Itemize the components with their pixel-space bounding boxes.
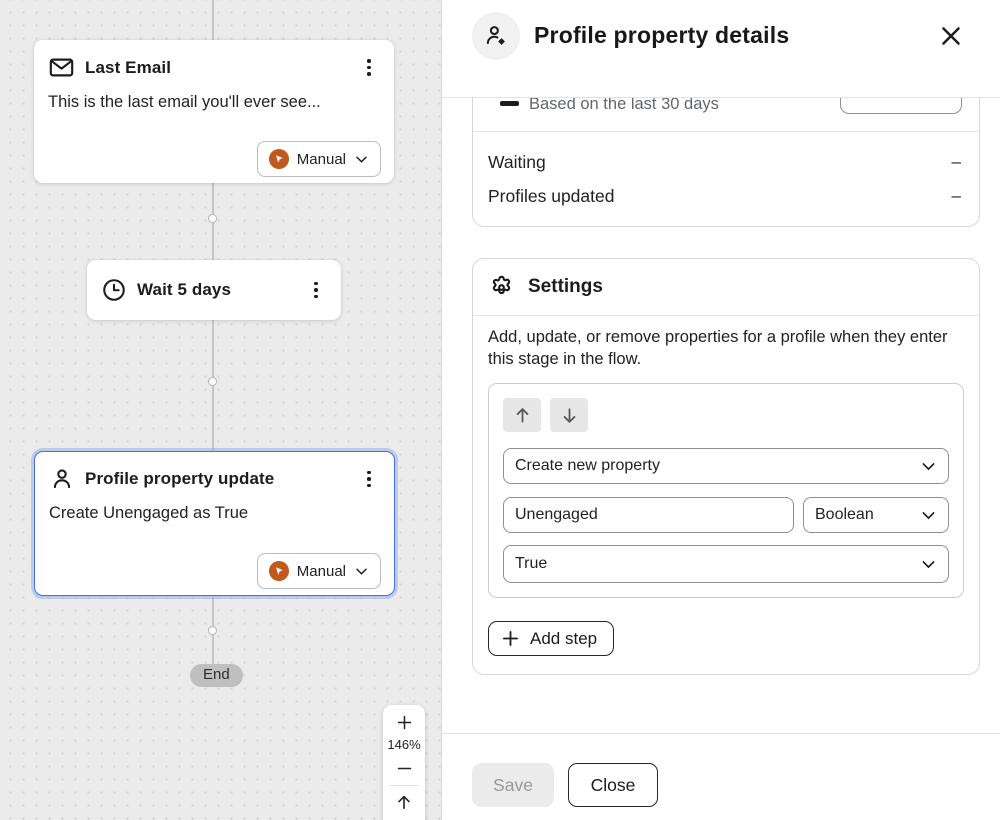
node-title: Last Email: [85, 58, 348, 78]
settings-card-header: Settings: [473, 259, 979, 316]
node-title: Profile property update: [85, 469, 348, 489]
property-value-field: True: [503, 545, 949, 583]
canvas-zoom-toolbar: 146%: [383, 705, 425, 820]
property-action-select[interactable]: Create new property: [503, 448, 949, 484]
property-name-input[interactable]: [503, 497, 794, 533]
selected-type-label: Boolean: [815, 506, 874, 524]
chevron-down-icon: [354, 564, 369, 579]
zoom-in-button[interactable]: [383, 709, 425, 735]
metric-icon: [500, 101, 519, 106]
stat-value: –: [952, 152, 964, 172]
connector-dot[interactable]: [208, 214, 217, 223]
gear-icon: [488, 274, 515, 301]
panel-title: Profile property details: [534, 22, 918, 49]
stat-label: Waiting: [488, 152, 546, 173]
toolbar-divider: [389, 785, 419, 786]
node-menu-button[interactable]: [358, 466, 380, 492]
plus-icon: [501, 629, 520, 648]
chevron-down-icon: [920, 458, 937, 475]
node-menu-button[interactable]: [358, 55, 380, 81]
node-status-dropdown[interactable]: Manual: [257, 141, 381, 177]
connector-dot[interactable]: [208, 377, 217, 386]
selected-action-label: Create new property: [515, 457, 660, 475]
reorder-controls: [503, 398, 949, 432]
stat-label: Profiles updated: [488, 186, 614, 207]
move-step-up-button[interactable]: [503, 398, 541, 432]
settings-description: Add, update, or remove properties for a …: [488, 326, 964, 370]
stat-row-waiting: Waiting –: [488, 145, 964, 179]
person-icon: [49, 466, 75, 492]
node-status-label: Manual: [297, 563, 346, 580]
settings-card: Settings Add, update, or remove properti…: [472, 258, 980, 675]
property-step-editor: Create new property: [488, 383, 964, 598]
manual-status-icon: [269, 149, 289, 169]
selected-value-label: True: [515, 555, 547, 573]
save-button[interactable]: Save: [472, 763, 554, 807]
flow-editor: Last Email This is the last email you'll…: [0, 0, 1000, 820]
node-menu-button[interactable]: [305, 277, 327, 303]
property-value-select[interactable]: True: [503, 545, 949, 583]
property-type-field: Boolean: [803, 497, 949, 533]
settings-title: Settings: [528, 276, 603, 298]
node-description: Create Unengaged as True: [49, 504, 380, 523]
flow-node-profile-property-update[interactable]: Profile property update Create Unengaged…: [34, 451, 395, 596]
zoom-out-button[interactable]: [383, 755, 425, 781]
settings-card-body: Add, update, or remove properties for a …: [473, 316, 979, 656]
clock-icon: [101, 277, 127, 303]
panel-header: Profile property details: [442, 0, 1000, 98]
scroll-to-top-button[interactable]: [383, 789, 425, 815]
chevron-down-icon: [354, 152, 369, 167]
analytics-rows: Waiting – Profiles updated –: [473, 132, 979, 226]
node-title: Wait 5 days: [137, 280, 295, 300]
property-name-field-wrap: [503, 497, 794, 533]
close-panel-icon[interactable]: [932, 17, 970, 55]
panel-footer: Save Close: [442, 733, 1000, 820]
panel-body: Based on the last 30 days Waiting – Prof…: [442, 98, 1000, 733]
stat-value: –: [952, 186, 964, 206]
add-step-button[interactable]: Add step: [488, 621, 614, 656]
node-status-label: Manual: [297, 151, 346, 168]
node-status-dropdown[interactable]: Manual: [257, 553, 381, 589]
add-step-label: Add step: [530, 629, 597, 649]
property-action-field: Create new property: [503, 448, 949, 484]
stat-row-profiles-updated: Profiles updated –: [488, 179, 964, 213]
email-icon: [48, 54, 75, 81]
flow-end-badge: End: [190, 664, 243, 687]
move-step-down-button[interactable]: [550, 398, 588, 432]
zoom-level-label: 146%: [387, 735, 420, 755]
flow-node-last-email[interactable]: Last Email This is the last email you'll…: [34, 40, 394, 183]
profile-property-avatar-icon: [472, 12, 520, 60]
node-description: This is the last email you'll ever see..…: [48, 93, 380, 112]
chevron-down-icon: [920, 556, 937, 573]
connector-dot[interactable]: [208, 626, 217, 635]
details-panel: Profile property details Based on the la…: [441, 0, 1000, 820]
close-button[interactable]: Close: [568, 763, 658, 807]
flow-canvas[interactable]: Last Email This is the last email you'll…: [0, 0, 441, 820]
chevron-down-icon: [920, 507, 937, 524]
manual-status-icon: [269, 561, 289, 581]
property-type-select[interactable]: Boolean: [803, 497, 949, 533]
flow-node-wait[interactable]: Wait 5 days: [87, 260, 341, 320]
